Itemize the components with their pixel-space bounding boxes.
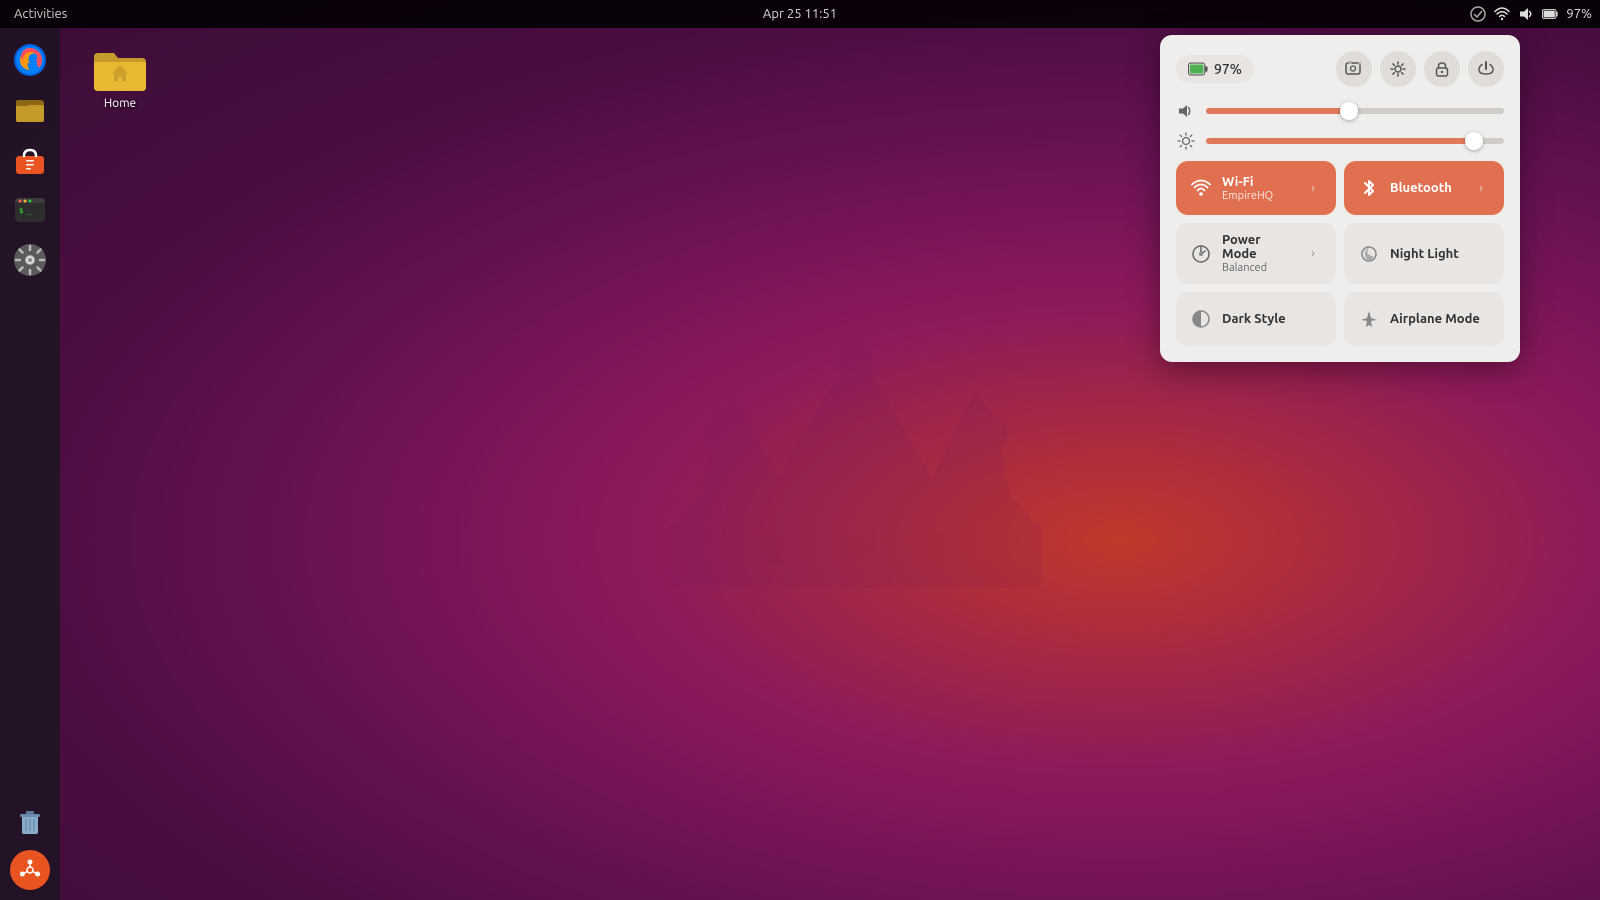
home-label: Home: [104, 97, 136, 110]
dock-item-trash[interactable]: [8, 800, 52, 844]
home-folder-icon[interactable]: Home: [80, 45, 160, 110]
quick-settings-panel: 97%: [1160, 35, 1520, 362]
screenshot-button[interactable]: [1336, 51, 1372, 87]
desktop: Activities Apr 25 11:51: [0, 0, 1600, 900]
wifi-tray-icon[interactable]: [1494, 6, 1510, 22]
battery-pct-label: 97%: [1566, 7, 1592, 21]
wifi-tile-arrow[interactable]: ›: [1304, 179, 1322, 197]
settings-button[interactable]: [1380, 51, 1416, 87]
bluetooth-tile-label: Bluetooth: [1390, 181, 1462, 195]
battery-button[interactable]: 97%: [1176, 55, 1254, 83]
airplane-mode-tile-text: Airplane Mode: [1390, 312, 1490, 326]
svg-text:$ _: $ _: [19, 207, 32, 215]
power-button[interactable]: [1468, 51, 1504, 87]
volume-tray-icon[interactable]: [1518, 6, 1534, 22]
airplane-mode-tile[interactable]: Airplane Mode: [1344, 292, 1504, 346]
brightness-slider[interactable]: [1206, 138, 1504, 144]
bluetooth-tile-icon: [1358, 177, 1380, 199]
airplane-mode-tile-icon: [1358, 308, 1380, 330]
volume-slider-icon: [1176, 101, 1196, 121]
night-light-tile-label: Night Light: [1390, 247, 1490, 261]
dock-item-firefox[interactable]: [8, 38, 52, 82]
topbar: Activities Apr 25 11:51: [0, 0, 1600, 28]
topbar-right: 97%: [1470, 6, 1592, 22]
bluetooth-tile-arrow[interactable]: ›: [1472, 179, 1490, 197]
night-light-tile[interactable]: Night Light: [1344, 223, 1504, 284]
wifi-tile-icon: [1190, 177, 1212, 199]
volume-slider[interactable]: [1206, 108, 1504, 114]
dock: $ _: [0, 28, 60, 900]
night-light-tile-icon: [1358, 243, 1380, 265]
night-light-tile-text: Night Light: [1390, 247, 1490, 261]
wifi-tile[interactable]: Wi-Fi EmpireHQ ›: [1176, 161, 1336, 215]
airplane-mode-tile-label: Airplane Mode: [1390, 312, 1490, 326]
topbar-left: Activities: [8, 7, 73, 21]
topbar-datetime: Apr 25 11:51: [763, 7, 837, 21]
brightness-slider-row: [1176, 131, 1504, 151]
dock-item-app-center[interactable]: [8, 138, 52, 182]
power-mode-tile-label: Power Mode: [1222, 233, 1294, 261]
check-tray-icon[interactable]: [1470, 6, 1486, 22]
dark-style-tile-text: Dark Style: [1222, 312, 1322, 326]
dark-style-tile-label: Dark Style: [1222, 312, 1322, 326]
dock-item-files[interactable]: [8, 88, 52, 132]
power-mode-tile-text: Power Mode Balanced: [1222, 233, 1294, 274]
dock-item-ubuntu[interactable]: [10, 850, 50, 890]
qs-icon-row: [1336, 51, 1504, 87]
wifi-tile-sublabel: EmpireHQ: [1222, 190, 1294, 202]
bluetooth-tile-text: Bluetooth: [1390, 181, 1462, 195]
power-mode-tile-sublabel: Balanced: [1222, 262, 1294, 274]
crown-watermark: [580, 250, 1130, 650]
dark-style-tile-icon: [1190, 308, 1212, 330]
battery-tray-icon[interactable]: [1542, 6, 1558, 22]
wifi-tile-label: Wi-Fi: [1222, 175, 1294, 189]
activities-button[interactable]: Activities: [8, 7, 73, 21]
dock-item-settings[interactable]: [8, 238, 52, 282]
wifi-tile-text: Wi-Fi EmpireHQ: [1222, 175, 1294, 202]
power-mode-tile-arrow[interactable]: ›: [1304, 245, 1322, 263]
volume-slider-row: [1176, 101, 1504, 121]
dark-style-tile[interactable]: Dark Style: [1176, 292, 1336, 346]
battery-pct-qs: 97%: [1214, 61, 1242, 77]
qs-top-row: 97%: [1176, 51, 1504, 87]
brightness-slider-icon: [1176, 131, 1196, 151]
power-mode-tile-icon: [1190, 243, 1212, 265]
bluetooth-tile[interactable]: Bluetooth ›: [1344, 161, 1504, 215]
qs-tiles-grid: Wi-Fi EmpireHQ › Bluetooth ›: [1176, 161, 1504, 346]
dock-item-terminal[interactable]: $ _: [8, 188, 52, 232]
power-mode-tile[interactable]: Power Mode Balanced ›: [1176, 223, 1336, 284]
lock-button[interactable]: [1424, 51, 1460, 87]
